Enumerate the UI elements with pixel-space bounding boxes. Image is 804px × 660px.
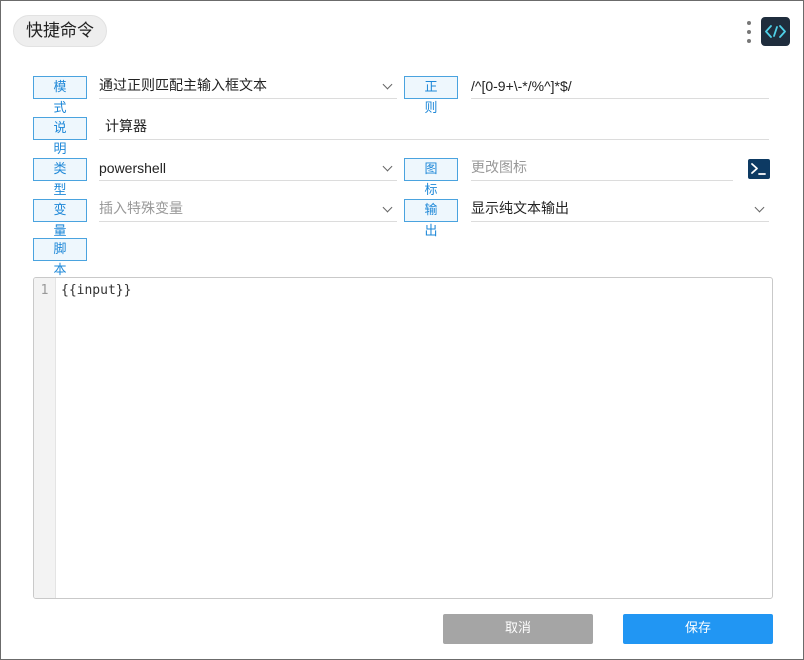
chevron-down-icon <box>383 82 392 91</box>
cancel-button[interactable]: 取消 <box>443 614 593 644</box>
code-brackets-icon <box>761 17 790 46</box>
icon-input[interactable]: 更改图标 <box>471 157 733 181</box>
powershell-terminal-icon[interactable] <box>748 159 770 179</box>
variable-label: 变量 <box>33 199 87 239</box>
type-label: 类型 <box>33 158 87 198</box>
line-number: 1 <box>40 283 49 298</box>
regex-label: 正则 <box>404 76 458 116</box>
more-vertical-icon[interactable] <box>745 21 753 43</box>
output-value: 显示纯文本输出 <box>471 201 569 217</box>
chevron-down-icon <box>383 164 392 173</box>
line-number-gutter: 1 <box>34 278 56 598</box>
output-label: 输出 <box>404 199 458 239</box>
description-label: 说明 <box>33 117 87 157</box>
script-editor[interactable]: 1 {{input}} <box>33 277 773 599</box>
type-select[interactable]: powershell <box>99 157 397 181</box>
description-input[interactable]: 计算器 <box>99 116 769 140</box>
icon-label: 图标 <box>404 158 458 198</box>
variable-placeholder: 插入特殊变量 <box>99 201 183 217</box>
type-value: powershell <box>99 160 166 176</box>
regex-input[interactable]: /^[0-9+\-*/%^]*$/ <box>471 75 769 99</box>
code-line[interactable]: {{input}} <box>61 283 131 298</box>
chevron-down-icon <box>383 205 392 214</box>
chevron-down-icon <box>755 205 764 214</box>
script-label: 脚本 <box>33 238 87 278</box>
save-button[interactable]: 保存 <box>623 614 773 644</box>
dialog-window: 快捷命令 模式 通过正则匹配主输入框文本 正则 /^[0-9+\-*/%^]*$… <box>0 0 804 660</box>
mode-label: 模式 <box>33 76 87 116</box>
output-select[interactable]: 显示纯文本输出 <box>471 198 769 222</box>
mode-select[interactable]: 通过正则匹配主输入框文本 <box>99 75 397 99</box>
mode-value: 通过正则匹配主输入框文本 <box>99 78 267 94</box>
window-title: 快捷命令 <box>13 15 107 47</box>
variable-select[interactable]: 插入特殊变量 <box>99 198 397 222</box>
